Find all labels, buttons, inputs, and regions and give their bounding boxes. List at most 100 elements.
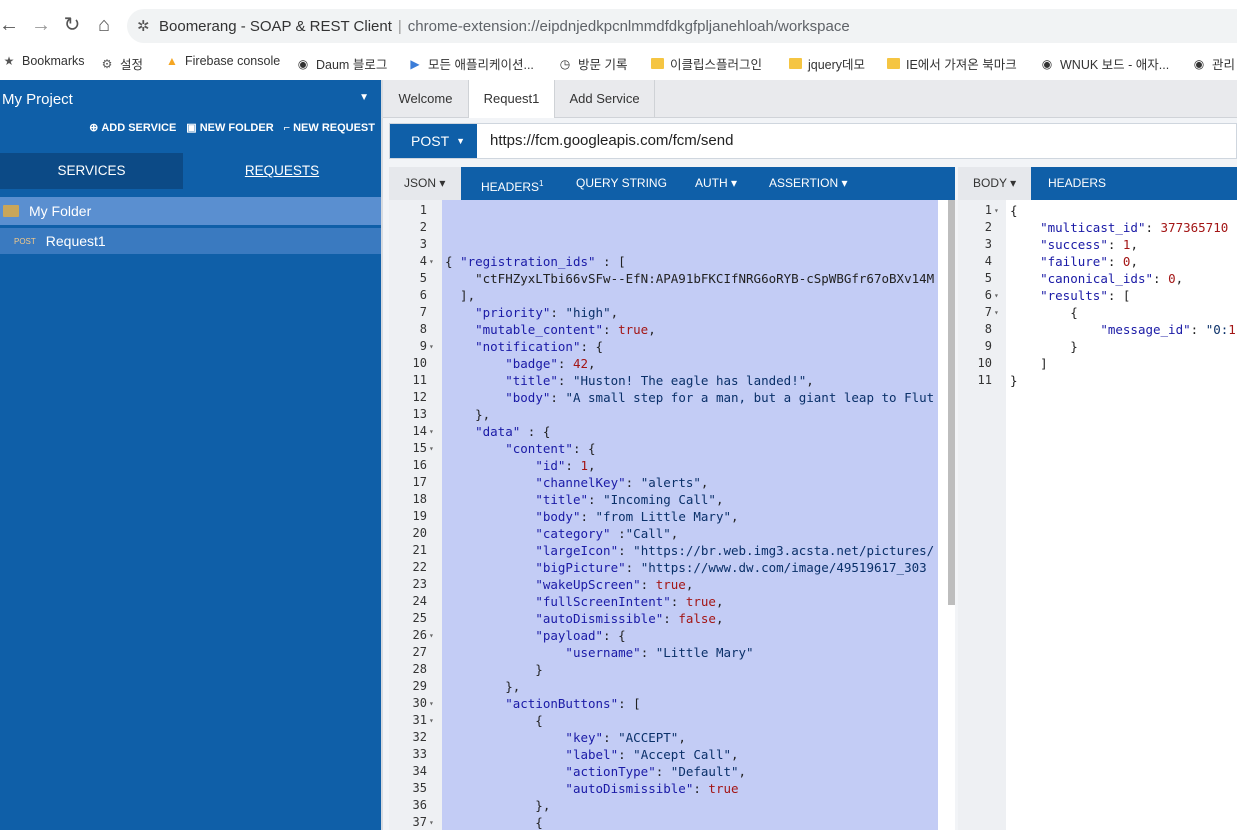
- code-line: "id": 1,: [535, 458, 596, 473]
- code-line: "content": {: [505, 441, 596, 456]
- line-number: 8: [419, 322, 427, 336]
- folder-icon: [789, 58, 802, 69]
- fold-toggle-icon[interactable]: ▾: [429, 716, 434, 725]
- tab-query-string[interactable]: QUERY STRING: [576, 167, 667, 200]
- line-number: 2: [419, 220, 427, 234]
- bookmark-label: Bookmarks: [22, 54, 85, 68]
- sidebar-tabs: SERVICES REQUESTS: [0, 153, 381, 189]
- method-select[interactable]: POST ▼: [390, 124, 477, 158]
- line-number: 2: [984, 220, 992, 234]
- tree-folder[interactable]: My Folder: [0, 197, 381, 225]
- bookmark-item[interactable]: IE에서 가져온 북마크: [887, 54, 1017, 73]
- new-request-button[interactable]: ⌐ NEW REQUEST: [284, 121, 375, 134]
- line-number: 26: [412, 628, 427, 642]
- reload-icon[interactable]: ↻: [59, 12, 85, 38]
- bookmark-item[interactable]: ◉ WNUK 보드 - 애자...: [1040, 54, 1169, 73]
- tab-headers[interactable]: HEADERS1: [481, 167, 543, 200]
- fold-toggle-icon[interactable]: ▾: [429, 818, 434, 827]
- globe-icon: ◉: [297, 56, 309, 71]
- line-number: 32: [412, 730, 427, 744]
- line-number: 11: [412, 373, 427, 387]
- bookmark-label: Firebase console: [185, 54, 281, 68]
- bookmark-item[interactable]: jquery데모: [789, 54, 865, 73]
- project-title[interactable]: My Project: [2, 91, 73, 108]
- add-service-button[interactable]: ⊕ ADD SERVICE: [89, 121, 176, 135]
- headers-count-badge: 1: [539, 179, 544, 188]
- bookmark-label: 관리: [1212, 58, 1236, 72]
- code-line: }: [1010, 373, 1018, 388]
- tab-services[interactable]: SERVICES: [0, 153, 183, 189]
- line-number: 8: [984, 322, 992, 336]
- history-icon: ◷: [559, 56, 571, 71]
- code-line: "failure": 0,: [1040, 254, 1138, 269]
- address-bar[interactable]: ✲ Boomerang - SOAP & REST Client | chrome-…: [127, 9, 1237, 43]
- url-input[interactable]: https://fcm.googleapis.com/fcm/send: [490, 132, 733, 149]
- code-line: "success": 1,: [1040, 237, 1138, 252]
- bookmark-item[interactable]: ▶ 모든 애플리케이션...: [408, 54, 534, 73]
- line-number: 7: [984, 305, 992, 319]
- line-number: 5: [419, 271, 427, 285]
- line-number: 3: [419, 237, 427, 251]
- bookmark-item[interactable]: ◉ 관리: [1192, 54, 1235, 73]
- line-number: 20: [412, 526, 427, 540]
- tab-request1[interactable]: Request1: [469, 80, 555, 118]
- fold-toggle-icon[interactable]: ▾: [429, 631, 434, 640]
- response-pane-tabs: BODY ▾ HEADERS: [958, 167, 1237, 200]
- tree-request-item[interactable]: POST Request1: [0, 228, 381, 254]
- browser-chrome: ← → ↻ ⌂ ✲ Boomerang - SOAP & REST Client…: [0, 0, 1237, 80]
- line-number: 29: [412, 679, 427, 693]
- fold-toggle-icon[interactable]: ▾: [994, 206, 999, 215]
- tab-welcome[interactable]: Welcome: [383, 80, 469, 118]
- editor-scrollbar[interactable]: [948, 200, 955, 605]
- response-editor[interactable]: 1 ▾{2 "multicast_id": 377365710 3 "success…: [958, 200, 1237, 830]
- bookmark-item[interactable]: 이클립스플러그인: [651, 54, 762, 73]
- tab-response-headers[interactable]: HEADERS: [1048, 167, 1106, 200]
- fold-toggle-icon[interactable]: ▾: [429, 342, 434, 351]
- code-line: }: [445, 662, 543, 677]
- fold-toggle-icon[interactable]: ▾: [429, 257, 434, 266]
- bookmark-item[interactable]: ◉ Daum 블로그: [296, 54, 388, 73]
- globe-icon: ◉: [1041, 56, 1053, 71]
- fold-toggle-icon[interactable]: ▾: [429, 699, 434, 708]
- tab-add-service[interactable]: Add Service: [555, 80, 655, 118]
- tab-body[interactable]: BODY ▾: [958, 167, 1031, 200]
- fold-toggle-icon[interactable]: ▾: [429, 444, 434, 453]
- code-line: }: [1010, 339, 1078, 354]
- bookmark-label: 방문 기록: [578, 58, 628, 72]
- tab-assertion-label: ASSERTION: [769, 176, 839, 190]
- bookmark-label: WNUK 보드 - 애자...: [1060, 58, 1170, 72]
- tab-auth[interactable]: AUTH ▾: [695, 167, 737, 200]
- fold-toggle-icon[interactable]: ▾: [994, 308, 999, 317]
- tab-json[interactable]: JSON ▾: [389, 167, 461, 200]
- tab-requests[interactable]: REQUESTS: [183, 153, 381, 189]
- fold-toggle-icon[interactable]: ▾: [994, 291, 999, 300]
- code-line: "title": "Incoming Call",: [535, 492, 724, 507]
- home-icon[interactable]: ⌂: [91, 12, 117, 38]
- forward-icon[interactable]: →: [28, 12, 54, 38]
- bookmark-item[interactable]: ▲ Firebase console: [165, 54, 280, 68]
- line-number: 25: [412, 611, 427, 625]
- bookmark-item[interactable]: ★ Bookmarks: [2, 54, 85, 68]
- code-line: "key": "ACCEPT",: [565, 730, 686, 745]
- fold-toggle-icon[interactable]: ▾: [429, 427, 434, 436]
- bookmark-label: jquery데모: [808, 58, 866, 72]
- code-line: "largeIcon": "https://br.web.img3.acsta.…: [535, 543, 935, 558]
- code-line: "ctFHZyxLTbi66vSFw--EfN:APA91bFKCIfNRG6o…: [445, 271, 935, 286]
- tab-assertion[interactable]: ASSERTION ▾: [769, 167, 848, 200]
- new-folder-button[interactable]: ▣ NEW FOLDER: [186, 121, 273, 135]
- code-line: "notification": {: [475, 339, 604, 354]
- code-line: ]: [1010, 356, 1048, 371]
- back-icon[interactable]: ←: [0, 12, 22, 38]
- line-number: 9: [419, 339, 427, 353]
- new-request-icon: ⌐: [283, 121, 291, 134]
- bookmark-item[interactable]: ◷ 방문 기록: [558, 54, 628, 73]
- request-editor[interactable]: 1 2 3 4 ▾{ "registration_ids" : [5 "ctFHZyxL…: [389, 200, 955, 830]
- line-number: 7: [419, 305, 427, 319]
- line-number: 6: [984, 288, 992, 302]
- code-line: },: [445, 407, 491, 422]
- bookmark-item[interactable]: ⚙ 설정: [100, 54, 143, 73]
- code-line: "priority": "high",: [475, 305, 619, 320]
- project-dropdown-icon[interactable]: ▼: [359, 92, 369, 103]
- line-number: 24: [412, 594, 427, 608]
- bookmark-label: 모든 애플리케이션...: [428, 58, 534, 72]
